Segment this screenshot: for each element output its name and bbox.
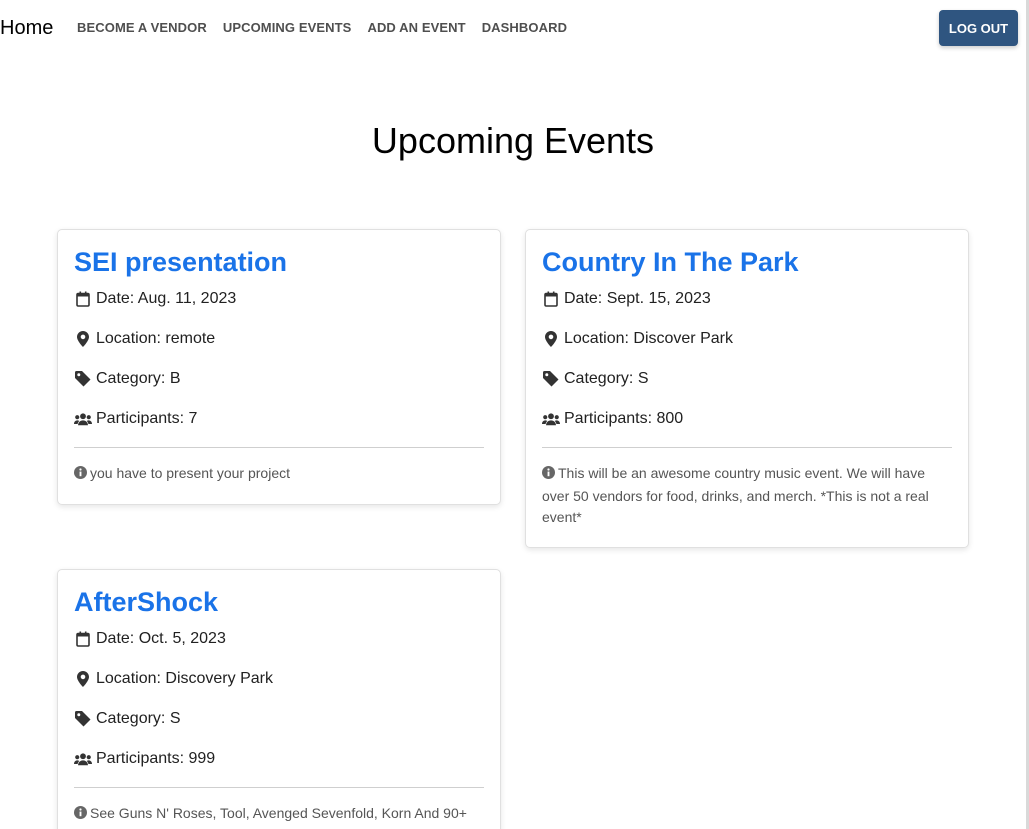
event-participants-text: Participants: 999 <box>96 750 216 767</box>
users-icon <box>74 750 92 768</box>
event-location: Location: Discovery Park <box>74 659 484 699</box>
event-title-link[interactable]: SEI presentation <box>74 245 484 279</box>
event-category-text: Category: S <box>564 370 649 387</box>
event-location-text: Location: Discovery Park <box>96 670 273 687</box>
map-marker-icon <box>542 330 560 348</box>
home-link[interactable]: Home <box>0 15 53 41</box>
event-location-text: Location: Discover Park <box>564 330 733 347</box>
calendar-icon <box>74 630 92 648</box>
event-category: Category: S <box>542 359 952 399</box>
event-location: Location: remote <box>74 319 484 359</box>
event-location-text: Location: remote <box>96 330 216 347</box>
info-circle-icon <box>74 804 87 826</box>
event-participants: Participants: 7 <box>74 399 484 439</box>
info-circle-icon <box>74 464 87 486</box>
event-date: Date: Oct. 5, 2023 <box>74 619 484 659</box>
event-description: you have to present your project <box>74 448 484 504</box>
event-card: SEI presentation Date: Aug. 11, 2023 Loc… <box>57 229 501 505</box>
nav-become-vendor[interactable]: BECOME A VENDOR <box>69 19 215 36</box>
tag-icon <box>74 370 92 388</box>
event-title-link[interactable]: AfterShock <box>74 585 484 619</box>
page-title: Upcoming Events <box>371 120 655 161</box>
event-date: Date: Sept. 15, 2023 <box>542 279 952 319</box>
nav-add-event[interactable]: ADD AN EVENT <box>359 19 473 36</box>
event-description-text: See Guns N' Roses, Tool, Avenged Sevenfo… <box>90 805 467 821</box>
nav-dashboard[interactable]: DASHBOARD <box>474 19 575 36</box>
event-title-link[interactable]: Country In The Park <box>542 245 952 279</box>
page: Home BECOME A VENDOR UPCOMING EVENTS ADD… <box>0 0 1029 829</box>
event-category-text: Category: S <box>96 710 181 727</box>
event-participants: Participants: 800 <box>542 399 952 439</box>
nav-upcoming-events[interactable]: UPCOMING EVENTS <box>215 19 360 36</box>
event-description: See Guns N' Roses, Tool, Avenged Sevenfo… <box>74 788 484 829</box>
info-circle-icon <box>542 464 555 486</box>
event-category: Category: S <box>74 699 484 739</box>
event-description-text: This will be an awesome country music ev… <box>542 465 929 525</box>
tag-icon <box>542 370 560 388</box>
calendar-icon <box>542 290 560 308</box>
event-date-text: Date: Sept. 15, 2023 <box>564 290 711 307</box>
event-date-text: Date: Aug. 11, 2023 <box>96 290 237 307</box>
nav-links: BECOME A VENDOR UPCOMING EVENTS ADD AN E… <box>69 19 575 36</box>
tag-icon <box>74 710 92 728</box>
event-location: Location: Discover Park <box>542 319 952 359</box>
users-icon <box>542 410 560 428</box>
event-description: This will be an awesome country music ev… <box>542 448 952 547</box>
logout-button[interactable]: LOG OUT <box>939 10 1018 46</box>
event-participants: Participants: 999 <box>74 739 484 779</box>
users-icon <box>74 410 92 428</box>
event-date-text: Date: Oct. 5, 2023 <box>96 630 226 647</box>
calendar-icon <box>74 290 92 308</box>
event-participants-text: Participants: 800 <box>564 410 684 427</box>
event-card: Country In The Park Date: Sept. 15, 2023… <box>525 229 969 548</box>
event-card: AfterShock Date: Oct. 5, 2023 Location: … <box>57 569 501 829</box>
event-category: Category: B <box>74 359 484 399</box>
top-navbar: Home BECOME A VENDOR UPCOMING EVENTS ADD… <box>0 0 1026 56</box>
event-category-text: Category: B <box>96 370 181 387</box>
map-marker-icon <box>74 670 92 688</box>
event-description-text: you have to present your project <box>90 465 291 481</box>
map-marker-icon <box>74 330 92 348</box>
event-date: Date: Aug. 11, 2023 <box>74 279 484 319</box>
event-participants-text: Participants: 7 <box>96 410 198 427</box>
